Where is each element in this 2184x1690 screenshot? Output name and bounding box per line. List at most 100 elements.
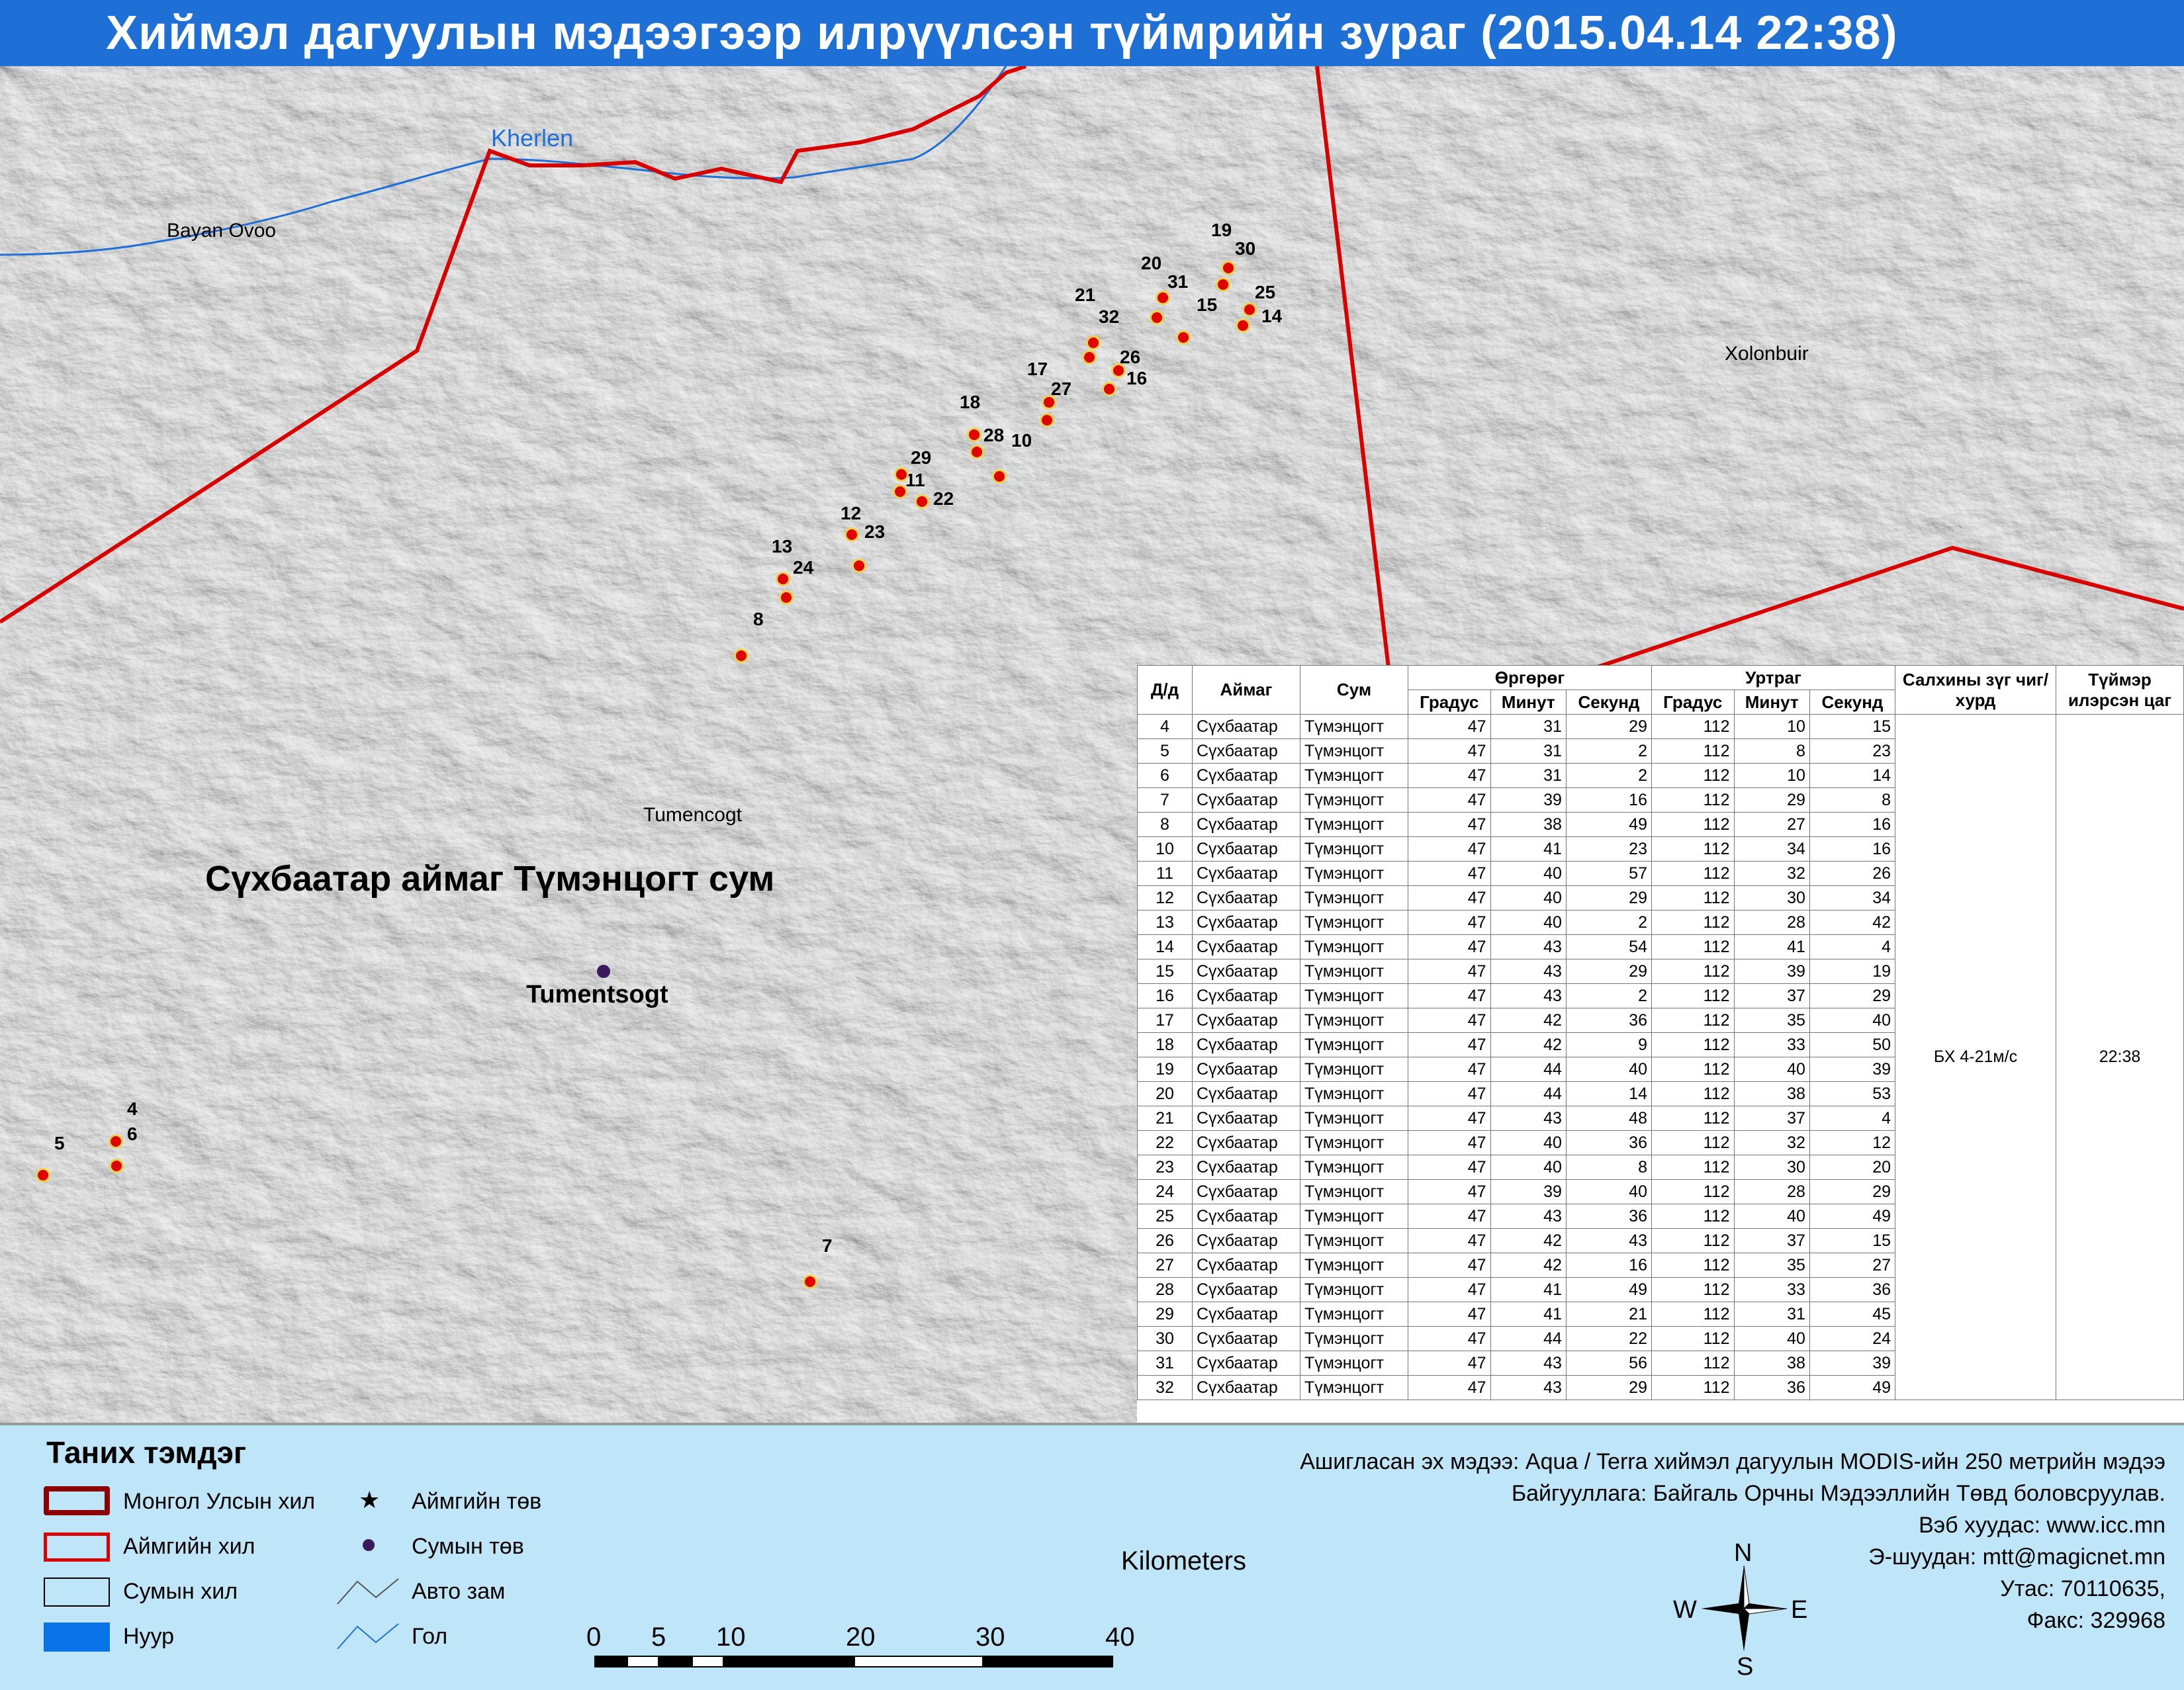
table-cell: 54 xyxy=(1565,934,1652,959)
table-cell: 47 xyxy=(1408,1081,1491,1106)
fire-label: 13 xyxy=(772,536,793,556)
table-cell: 28 xyxy=(1137,1277,1193,1302)
table-cell: 12 xyxy=(1137,885,1193,911)
table-cell: 112 xyxy=(1651,1130,1735,1155)
fire-label: 12 xyxy=(841,503,862,523)
fire-point[interactable] xyxy=(1150,310,1164,325)
scale-segment xyxy=(983,1656,1113,1668)
table-cell: 47 xyxy=(1408,1057,1491,1082)
fire-point[interactable] xyxy=(109,1159,124,1173)
table-cell: Түмэнцогт xyxy=(1300,714,1408,739)
fire-point[interactable] xyxy=(36,1168,50,1182)
fire-point[interactable] xyxy=(1176,330,1191,345)
fire-point[interactable] xyxy=(1082,350,1097,365)
table-cell: 16 xyxy=(1137,983,1193,1008)
fire-label: 19 xyxy=(1211,220,1232,240)
table-cell: 14 xyxy=(1565,1081,1652,1106)
col-lon: Уртраг xyxy=(1651,665,1896,690)
table-cell: 42 xyxy=(1490,1228,1567,1253)
credit-source: Ашигласан эх мэдээ: Aqua / Terra хиймэл … xyxy=(1300,1449,2165,1474)
table-cell: Сүхбаатар xyxy=(1192,787,1300,813)
fire-label: 18 xyxy=(960,392,981,412)
table-cell: 35 xyxy=(1733,1008,1810,1033)
fire-point[interactable] xyxy=(852,558,866,573)
col-wind: Салхины зүг чиг/хурд xyxy=(1895,665,2056,715)
sum-border-symbol xyxy=(44,1578,110,1607)
table-cell: 16 xyxy=(1565,1253,1652,1278)
fire-point[interactable] xyxy=(803,1274,817,1289)
table-cell: 41 xyxy=(1490,1302,1567,1327)
road-icon xyxy=(337,1578,399,1605)
fire-point[interactable] xyxy=(734,648,749,663)
table-cell: 43 xyxy=(1490,1351,1567,1376)
table-cell: Сүхбаатар xyxy=(1192,812,1300,837)
table-cell: 112 xyxy=(1651,763,1735,788)
table-cell: 8 xyxy=(1733,738,1810,764)
fire-label: 10 xyxy=(1011,430,1032,451)
fire-point[interactable] xyxy=(1156,290,1170,305)
table-cell: 30 xyxy=(1733,885,1810,911)
tumencogt-label: Tumencogt xyxy=(643,804,742,826)
fire-label: 22 xyxy=(933,488,954,509)
table-cell: 29 xyxy=(1565,1375,1652,1400)
fire-point[interactable] xyxy=(970,445,984,459)
fire-point[interactable] xyxy=(894,467,909,482)
table-cell: 36 xyxy=(1565,1130,1652,1155)
table-cell: 44 xyxy=(1490,1326,1567,1351)
table-cell: 43 xyxy=(1490,1375,1567,1400)
fire-point[interactable] xyxy=(967,427,981,442)
fire-point[interactable] xyxy=(1236,318,1250,333)
table-cell: 24 xyxy=(1809,1326,1896,1351)
table-cell: 29 xyxy=(1565,885,1652,911)
table-cell: Түмэнцогт xyxy=(1300,1008,1408,1033)
table-cell: Түмэнцогт xyxy=(1300,738,1408,764)
table-cell: 32 xyxy=(1137,1375,1193,1400)
table-cell: Сүхбаатар xyxy=(1192,983,1300,1008)
scale-segment xyxy=(854,1656,983,1668)
table-cell: 112 xyxy=(1651,934,1735,959)
legend-lake: Нуур xyxy=(123,1624,175,1649)
table-cell: Түмэнцогт xyxy=(1300,1204,1408,1229)
fire-point[interactable] xyxy=(776,572,790,586)
fire-point[interactable] xyxy=(1221,261,1236,275)
table-cell: 30 xyxy=(1137,1326,1193,1351)
table-cell: 47 xyxy=(1408,885,1491,911)
fire-point[interactable] xyxy=(779,590,794,605)
table-cell: Сүхбаатар xyxy=(1192,861,1300,886)
credit-email: Э-шуудан: mtt@magicnet.mn xyxy=(1868,1544,2165,1570)
table-cell: Сүхбаатар xyxy=(1192,738,1300,764)
table-cell: 39 xyxy=(1733,959,1810,984)
fire-label: 30 xyxy=(1235,238,1256,259)
table-cell: 47 xyxy=(1408,1351,1491,1376)
table-cell: 38 xyxy=(1490,812,1567,837)
table-cell: 39 xyxy=(1490,1179,1567,1204)
col-sum: Сум xyxy=(1300,665,1408,715)
fire-point[interactable] xyxy=(1086,335,1101,350)
table-cell: 49 xyxy=(1565,812,1652,837)
legend-aimag-center: Аймгийн төв xyxy=(412,1489,542,1514)
table-cell: 40 xyxy=(1490,885,1567,911)
fire-point[interactable] xyxy=(1216,277,1230,292)
table-cell: 10 xyxy=(1733,714,1810,739)
credit-web: Вэб хуудас: www.icc.mn xyxy=(1919,1513,2165,1538)
fire-point[interactable] xyxy=(1040,413,1054,427)
table-cell: 47 xyxy=(1408,983,1491,1008)
table-cell: 47 xyxy=(1408,1326,1491,1351)
fire-point[interactable] xyxy=(844,527,859,542)
table-cell: 23 xyxy=(1565,836,1652,862)
fire-point[interactable] xyxy=(1242,302,1257,317)
table-cell: 34 xyxy=(1733,836,1810,862)
table-cell: 41 xyxy=(1490,1277,1567,1302)
table-cell: 27 xyxy=(1809,1253,1896,1278)
fire-data-table: Д/д Аймаг Сум Өргөрөг Уртраг Салхины зүг… xyxy=(1137,665,2184,1400)
fire-point[interactable] xyxy=(915,494,929,509)
table-cell: Сүхбаатар xyxy=(1192,1351,1300,1376)
table-cell: Сүхбаатар xyxy=(1192,1253,1300,1278)
fire-point[interactable] xyxy=(992,469,1007,484)
fire-point[interactable] xyxy=(1102,382,1116,396)
table-cell: 40 xyxy=(1565,1057,1652,1082)
lake-symbol xyxy=(44,1623,110,1652)
table-cell: Сүхбаатар xyxy=(1192,836,1300,862)
table-cell: Сүхбаатар xyxy=(1192,714,1300,739)
fire-point[interactable] xyxy=(109,1134,123,1149)
